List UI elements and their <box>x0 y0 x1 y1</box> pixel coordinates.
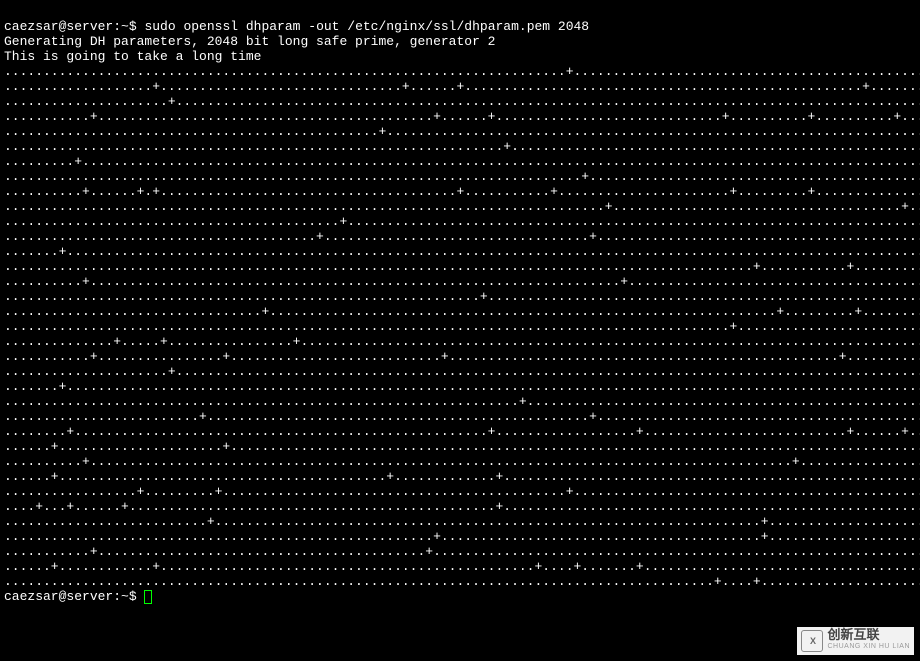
progress-line: ........................................… <box>4 124 920 139</box>
prompt-line-end: caezsar@server:~$ <box>4 589 152 604</box>
progress-line: ..........+......+.+....................… <box>4 184 920 199</box>
prompt-line-1: caezsar@server:~$ sudo openssl dhparam -… <box>4 19 589 34</box>
progress-line: ........................................… <box>4 394 920 409</box>
terminal-output[interactable]: caezsar@server:~$ sudo openssl dhparam -… <box>4 4 916 604</box>
progress-line: .................................+......… <box>4 304 920 319</box>
progress-line: ..........................+.............… <box>4 514 920 529</box>
progress-line: ...........+............................… <box>4 544 920 559</box>
progress-line: ...................+....................… <box>4 79 920 94</box>
progress-line: ...........+............................… <box>4 109 920 124</box>
progress-line: ....+...+......+........................… <box>4 499 920 514</box>
watermark-main: 创新互联 <box>827 629 910 641</box>
prompt-2: caezsar@server:~$ <box>4 589 144 604</box>
watermark: X 创新互联 CHUANG XIN HU LIAN <box>797 627 914 655</box>
progress-line: ........+...............................… <box>4 424 920 439</box>
progress-line: ...........+................+...........… <box>4 349 920 364</box>
progress-line: .....................+..................… <box>4 364 920 379</box>
progress-line: ........................................… <box>4 289 920 304</box>
watermark-logo-icon: X <box>801 630 823 652</box>
progress-line: ........................................… <box>4 574 920 589</box>
progress-line: ..........+.............................… <box>4 274 920 289</box>
progress-line: ........................................… <box>4 229 920 244</box>
progress-line: ........................................… <box>4 169 920 184</box>
progress-line: ........................................… <box>4 139 920 154</box>
progress-line: .................+.........+............… <box>4 484 920 499</box>
output-line-3: This is going to take a long time <box>4 49 261 64</box>
progress-line: ........................................… <box>4 64 920 79</box>
output-line-2: Generating DH parameters, 2048 bit long … <box>4 34 495 49</box>
progress-line: .......+................................… <box>4 379 920 394</box>
progress-line: ..............+.....+................+..… <box>4 334 920 349</box>
watermark-text: 创新互联 CHUANG XIN HU LIAN <box>827 629 910 653</box>
progress-line: .........+..............................… <box>4 154 920 169</box>
prompt-1: caezsar@server:~$ <box>4 19 144 34</box>
progress-line: ......+............+....................… <box>4 559 920 574</box>
cursor[interactable] <box>144 590 152 604</box>
progress-line: ........................................… <box>4 319 920 334</box>
progress-line: ..........+.............................… <box>4 454 920 469</box>
progress-line: ........................................… <box>4 529 920 544</box>
progress-line: ......+.....................+...........… <box>4 439 920 454</box>
progress-line: .....................+..................… <box>4 94 920 109</box>
progress-line: ........................................… <box>4 199 920 214</box>
progress-line: .........................+..............… <box>4 409 920 424</box>
command-1: sudo openssl dhparam -out /etc/nginx/ssl… <box>144 19 589 34</box>
progress-line: ........................................… <box>4 259 920 274</box>
progress-line: ......+.................................… <box>4 469 920 484</box>
progress-line: .......+................................… <box>4 244 920 259</box>
watermark-sub: CHUANG XIN HU LIAN <box>827 641 910 653</box>
progress-line: ........................................… <box>4 214 920 229</box>
